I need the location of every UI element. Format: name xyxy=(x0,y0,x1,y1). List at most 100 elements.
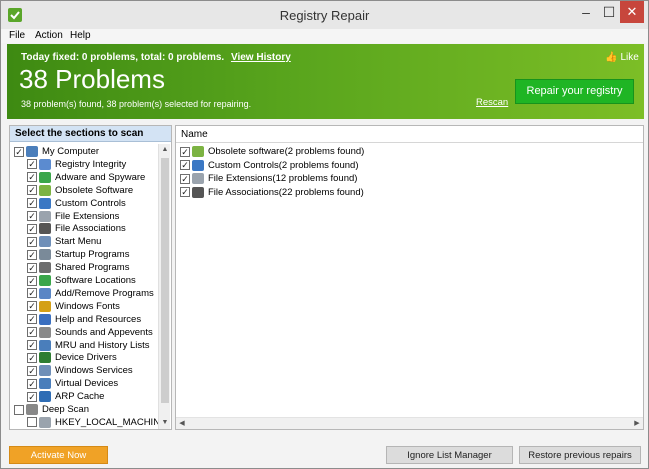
add-remove-programs-icon xyxy=(39,287,51,299)
item-label: My Computer xyxy=(42,146,100,157)
checkbox[interactable]: ✓ xyxy=(27,327,37,338)
results-horizontal-scrollbar[interactable]: ◀ ▶ xyxy=(176,417,643,429)
ignore-list-manager-button[interactable]: Ignore List Manager xyxy=(386,446,513,464)
tree-item[interactable]: ✓ My Computer xyxy=(14,145,99,158)
minimize-button[interactable]: – xyxy=(574,1,598,23)
scroll-up-icon[interactable]: ▲ xyxy=(159,144,171,156)
tree-item[interactable]: ✓ ARP Cache xyxy=(27,390,104,403)
checkbox[interactable]: ✓ xyxy=(27,159,37,170)
tree-item[interactable]: ✓ MRU and History Lists xyxy=(27,339,150,352)
activate-now-button[interactable]: Activate Now xyxy=(9,446,108,464)
scroll-left-icon[interactable]: ◀ xyxy=(176,418,188,430)
tree-item[interactable]: ✓ Windows Fonts xyxy=(27,300,120,313)
menu-file[interactable]: File xyxy=(9,30,25,41)
checkbox[interactable]: ✓ xyxy=(180,160,190,170)
tree-item[interactable]: ✓ File Associations xyxy=(27,222,126,235)
checkbox[interactable]: ✓ xyxy=(27,236,37,247)
checkbox[interactable]: ✓ xyxy=(27,288,37,299)
result-row[interactable]: ✓ File Extensions(12 problems found) xyxy=(180,172,357,185)
tree-item[interactable]: ✓ Adware and Spyware xyxy=(27,171,145,184)
adware-icon xyxy=(39,171,51,183)
checkbox[interactable]: ✓ xyxy=(27,301,37,312)
checkbox[interactable]: ✓ xyxy=(27,352,37,363)
menu-action[interactable]: Action xyxy=(35,30,63,41)
shared-programs-icon xyxy=(39,262,51,274)
sections-scrollbar[interactable]: ▲ ▼ xyxy=(158,144,170,429)
checkbox[interactable]: ✓ xyxy=(27,172,37,183)
maximize-button[interactable]: ☐ xyxy=(599,1,619,23)
result-row[interactable]: ✓ Obsolete software(2 problems found) xyxy=(180,145,364,158)
scroll-right-icon[interactable]: ▶ xyxy=(631,418,643,430)
app-window: Registry Repair – ☐ ✕ File Action Help T… xyxy=(0,0,649,469)
result-row[interactable]: ✓ Custom Controls(2 problems found) xyxy=(180,159,358,172)
device-drivers-icon xyxy=(39,352,51,364)
checkbox[interactable]: ✓ xyxy=(27,314,37,325)
sections-panel: Select the sections to scan ✓ My Computer… xyxy=(9,125,172,430)
view-history-link[interactable]: View History xyxy=(231,52,291,63)
checkbox[interactable]: ✓ xyxy=(27,275,37,286)
item-label: Windows Fonts xyxy=(55,300,120,312)
checkbox[interactable]: ✓ xyxy=(27,262,37,273)
item-label: Registry Integrity xyxy=(55,158,127,170)
file-extensions-icon xyxy=(192,173,204,184)
checkbox[interactable]: ✓ xyxy=(27,211,37,221)
item-label: Device Drivers xyxy=(55,352,117,364)
item-label: Software Locations xyxy=(55,275,136,286)
tree-item[interactable]: ✓ Add/Remove Programs xyxy=(27,287,154,300)
item-label: Start Menu xyxy=(55,236,102,248)
windows-fonts-icon xyxy=(39,300,51,312)
result-row[interactable]: ✓ File Associations(22 problems found) xyxy=(180,186,364,199)
tree-item[interactable]: ✓ Device Drivers xyxy=(27,351,117,364)
checkbox[interactable] xyxy=(27,417,37,428)
obsolete-software-icon xyxy=(39,184,51,196)
tree-item[interactable]: ✓ Registry Integrity xyxy=(27,158,126,171)
tree-item[interactable]: ✓ Sounds and Appevents xyxy=(27,326,153,339)
tree-item[interactable]: Deep Scan xyxy=(14,403,89,416)
thumbs-up-icon: 👍 xyxy=(605,52,618,63)
windows-services-icon xyxy=(39,365,51,377)
checkbox[interactable]: ✓ xyxy=(27,365,37,376)
checkbox[interactable]: ✓ xyxy=(27,378,37,389)
item-label: File Extensions xyxy=(55,210,120,222)
tree-item[interactable]: HKEY_LOCAL_MACHINE xyxy=(27,416,158,429)
item-label: Startup Programs xyxy=(55,249,130,261)
tree-item[interactable]: ✓ File Extensions xyxy=(27,210,119,223)
close-button[interactable]: ✕ xyxy=(620,1,644,23)
like-button[interactable]: 👍 Like xyxy=(605,52,639,63)
checkbox[interactable]: ✓ xyxy=(27,340,37,350)
arp-cache-icon xyxy=(39,391,51,403)
tree-item[interactable]: ✓ Start Menu xyxy=(27,235,101,248)
item-label: Shared Programs xyxy=(55,262,130,274)
item-label: File Extensions(12 problems found) xyxy=(208,173,358,184)
tree-item[interactable]: ✓ Startup Programs xyxy=(27,248,129,261)
checkbox[interactable]: ✓ xyxy=(14,146,24,157)
scroll-thumb[interactable] xyxy=(161,158,169,403)
tree-item[interactable]: ✓ Windows Services xyxy=(27,364,133,377)
rescan-link[interactable]: Rescan xyxy=(476,97,508,108)
checkbox[interactable]: ✓ xyxy=(180,146,190,157)
checkbox[interactable]: ✓ xyxy=(27,249,37,260)
repair-registry-button[interactable]: Repair your registry xyxy=(515,79,634,104)
checkbox[interactable]: ✓ xyxy=(27,185,37,196)
tree-item[interactable]: ✓ Virtual Devices xyxy=(27,377,118,390)
checkbox[interactable]: ✓ xyxy=(27,391,37,402)
item-label: File Associations(22 problems found) xyxy=(208,186,364,198)
tree-item[interactable]: ✓ Software Locations xyxy=(27,274,136,287)
tree-item[interactable]: ✓ Shared Programs xyxy=(27,261,129,274)
tree-item[interactable]: ✓ Help and Resources xyxy=(27,313,141,326)
checkbox[interactable]: ✓ xyxy=(27,198,37,209)
restore-previous-repairs-button[interactable]: Restore previous repairs xyxy=(519,446,641,464)
scroll-down-icon[interactable]: ▼ xyxy=(159,417,171,429)
tree-item[interactable]: ✓ Obsolete Software xyxy=(27,184,133,197)
checkbox[interactable]: ✓ xyxy=(27,223,37,234)
name-column-header[interactable]: Name xyxy=(176,126,643,143)
results-panel: Name ✓ Obsolete software(2 problems found… xyxy=(175,125,644,430)
fixed-summary-text: Today fixed: 0 problems, total: 0 proble… xyxy=(21,52,225,63)
checkbox[interactable]: ✓ xyxy=(180,187,190,197)
item-label: File Associations xyxy=(55,223,126,235)
file-extensions-icon xyxy=(39,210,51,222)
checkbox[interactable]: ✓ xyxy=(180,173,190,184)
checkbox[interactable] xyxy=(14,404,24,415)
tree-item[interactable]: ✓ Custom Controls xyxy=(27,197,126,210)
menu-help[interactable]: Help xyxy=(70,30,91,41)
